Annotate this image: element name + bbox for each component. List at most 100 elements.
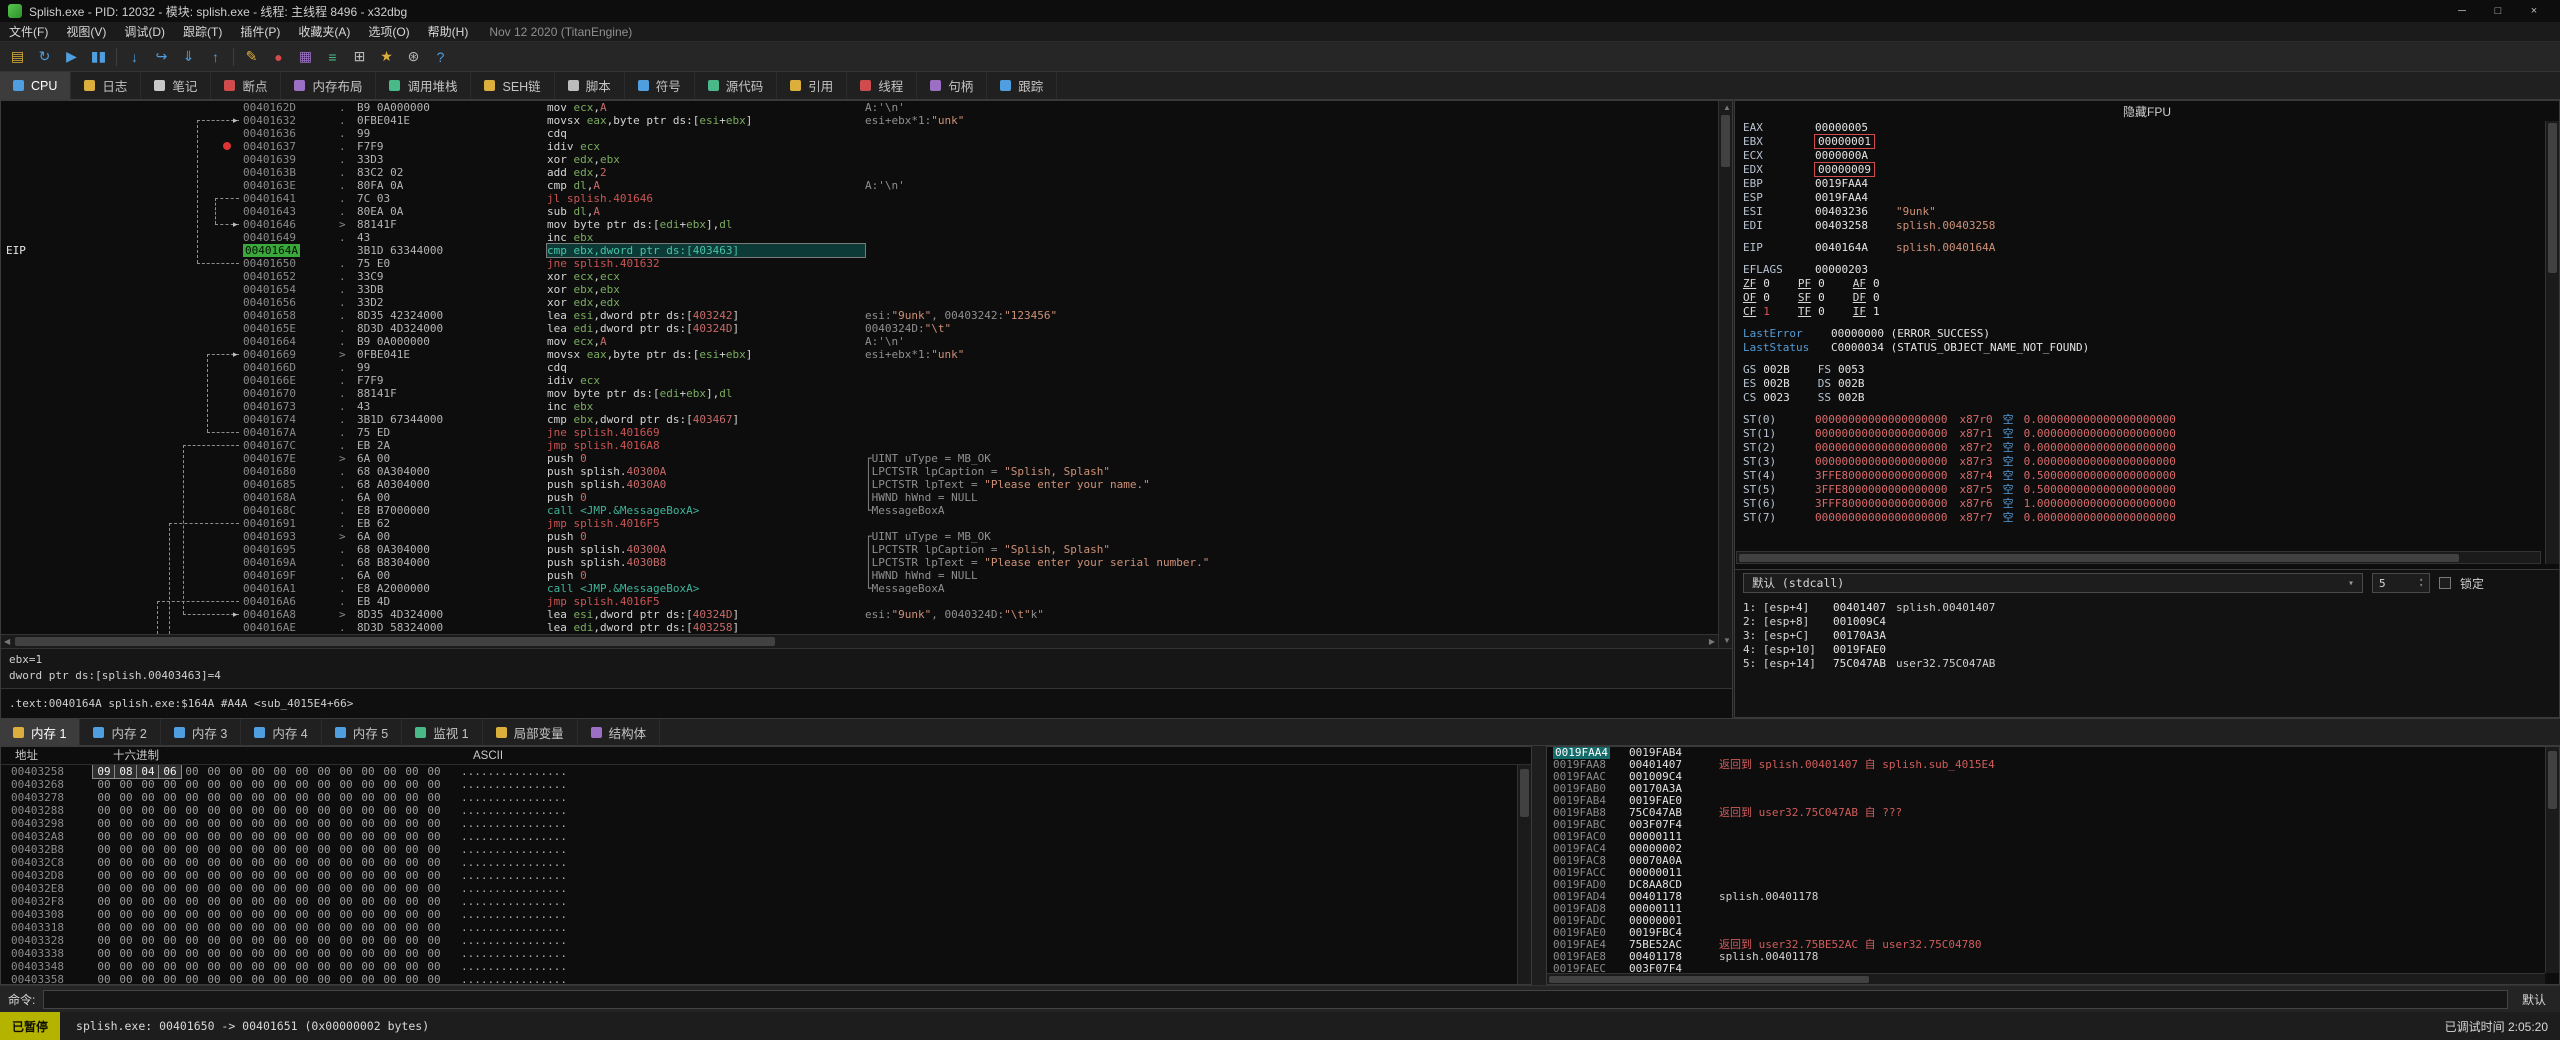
execute-till-return-button[interactable]: ↑: [202, 45, 229, 69]
calling-convention-select[interactable]: 默认 (stdcall) ▾: [1743, 573, 2363, 593]
fpu-register-row[interactable]: ST(5) 3FFE8000000000000000 x87r5 空 0.5000000…: [1743, 483, 2541, 497]
disasm-row[interactable]: 00401670. 88141F mov byte ptr ds:[edi+ebx]…: [1, 387, 1718, 400]
disasm-row[interactable]: 00401695. 68 0A304000 push splish.40300A │L…: [1, 543, 1718, 556]
segment-row[interactable]: CS 0023 SS 002B: [1743, 391, 2541, 405]
register-edx[interactable]: EDX 00000009: [1743, 162, 2541, 177]
disasm-row[interactable]: 0040162D. B9 0A000000 mov ecx,A A:'\n': [1, 101, 1718, 114]
dump-row[interactable]: 00403328 00 00 00 00 00 00 00 00 00 00 00 00 00 00 00 00…: [1, 934, 1517, 947]
calculator-button[interactable]: ⊞: [346, 45, 373, 69]
disasm-row[interactable]: 0040167A. 75 ED jne splish.401669: [1, 426, 1718, 439]
disasm-row[interactable]: 00401646 >88141F mov byte ptr ds:[edi+ebx]…: [1, 218, 1718, 231]
disasm-row[interactable]: 00401691. EB 62 jmp splish.4016F5: [1, 517, 1718, 530]
maximize-button[interactable]: □: [2480, 0, 2516, 22]
dump-row[interactable]: 00403318 00 00 00 00 00 00 00 00 00 00 00 00 00 00 00 00…: [1, 921, 1517, 934]
stack-row[interactable]: 0019FAB0 00170A3A: [1547, 783, 2545, 795]
segment-row[interactable]: ES 002B DS 002B: [1743, 377, 2541, 391]
stack-arg-row[interactable]: 1: [esp+4] 00401407 splish.00401407: [1743, 601, 2551, 615]
flag-pf[interactable]: PF: [1798, 277, 1811, 290]
register-esi[interactable]: ESI 00403236 "9unk": [1743, 205, 2541, 219]
stack-row[interactable]: 0019FAE0 0019FBC4: [1547, 927, 2545, 939]
disasm-row[interactable]: 004016A6. EB 4D jmp splish.4016F5: [1, 595, 1718, 608]
pause-button[interactable]: ▮▮: [85, 45, 112, 69]
tab-notes[interactable]: 笔记: [141, 72, 212, 99]
register-esp[interactable]: ESP 0019FAA4: [1743, 191, 2541, 205]
disasm-row[interactable]: 004016A8 >8D35 4D324000 lea esi,dword ptr …: [1, 608, 1718, 621]
flag-tf[interactable]: TF: [1798, 305, 1811, 318]
dump-row[interactable]: 00403358 00 00 00 00 00 00 00 00 00 00 00 00 00 00 00 00…: [1, 973, 1517, 984]
flag-df[interactable]: DF: [1853, 291, 1866, 304]
stack-arg-row[interactable]: 5: [esp+14] 75C047AB user32.75C047AB: [1743, 657, 2551, 671]
stack-arg-row[interactable]: 4: [esp+10] 0019FAE0: [1743, 643, 2551, 657]
breakpoint-button[interactable]: ●: [265, 45, 292, 69]
menu-file[interactable]: 文件(F): [0, 22, 57, 41]
patch-button[interactable]: ✎: [238, 45, 265, 69]
run-button[interactable]: ▶: [58, 45, 85, 69]
disasm-row[interactable]: 00401643. 80EA 0A sub dl,A: [1, 205, 1718, 218]
last-status-row[interactable]: LastStatus C0000034 (STATUS_OBJECT_NAME_N…: [1743, 341, 2541, 355]
command-input[interactable]: [43, 989, 2508, 1009]
register-edi[interactable]: EDI 00403258 splish.00403258: [1743, 219, 2541, 233]
fpu-register-row[interactable]: ST(2) 00000000000000000000 x87r2 空 0.0000000…: [1743, 441, 2541, 455]
stack-row[interactable]: 0019FAC0 00000111: [1547, 831, 2545, 843]
register-ecx[interactable]: ECX 0000000A: [1743, 149, 2541, 163]
disasm-row[interactable]: 0040163E. 80FA 0A cmp dl,A A:'\n': [1, 179, 1718, 192]
flag-sf[interactable]: SF: [1798, 291, 1811, 304]
tab-seh[interactable]: SEH链: [471, 72, 555, 99]
menu-options[interactable]: 选项(O): [359, 22, 418, 41]
memory-map-button[interactable]: ▦: [292, 45, 319, 69]
disasm-row[interactable]: 0040164A 3B1D 63344000 cmp ebx,dword ptr d…: [1, 243, 1718, 258]
restart-button[interactable]: ↻: [31, 45, 58, 69]
dump-row[interactable]: 00403268 00 00 00 00 00 00 00 00 00 00 00 00 00 00 00 00…: [1, 778, 1517, 791]
disasm-row[interactable]: 0040169F. 6A 00 push 0 │HWND hWnd = NULL: [1, 569, 1718, 582]
open-file-button[interactable]: ▤: [4, 45, 31, 69]
disasm-row[interactable]: 004016A1. E8 A2000000 call <JMP.&MessageBo…: [1, 582, 1718, 595]
registers-horizontal-scrollbar[interactable]: [1736, 551, 2541, 564]
dump-row[interactable]: 00403338 00 00 00 00 00 00 00 00 00 00 00 00 00 00 00 00…: [1, 947, 1517, 960]
flags-row[interactable]: OF 0 SF 0 DF 0: [1743, 291, 2541, 305]
dump-row[interactable]: 004032E8 00 00 00 00 00 00 00 00 00 00 00 00 00 00 00 00…: [1, 882, 1517, 895]
dump-row[interactable]: 00403278 00 00 00 00 00 00 00 00 00 00 00 00 00 00 00 00…: [1, 791, 1517, 804]
stack-row[interactable]: 0019FAC4 00000002: [1547, 843, 2545, 855]
stack-row[interactable]: 0019FAD4 00401178 splish.00401178: [1547, 891, 2545, 903]
tab-memory-map[interactable]: 内存布局: [281, 72, 377, 99]
settings-button[interactable]: ⊛: [400, 45, 427, 69]
lock-checkbox[interactable]: [2439, 577, 2451, 589]
dump-row[interactable]: 004032B8 00 00 00 00 00 00 00 00 00 00 00 00 00 00 00 00…: [1, 843, 1517, 856]
help-button[interactable]: ?: [427, 45, 454, 69]
step-into-button[interactable]: ↓: [121, 45, 148, 69]
stack-row[interactable]: 0019FAC8 00070A0A: [1547, 855, 2545, 867]
register-ebx[interactable]: EBX 00000001: [1743, 134, 2541, 149]
stack-row[interactable]: 0019FAE8 00401178 splish.00401178: [1547, 951, 2545, 963]
command-profile-select[interactable]: 默认: [2516, 991, 2552, 1008]
stack-arg-row[interactable]: 3: [esp+C] 00170A3A: [1743, 629, 2551, 643]
stack-row[interactable]: 0019FAE4 75BE52AC 返回到 user32.75BE52AC 自 us…: [1547, 939, 2545, 951]
dump-row[interactable]: 004032F8 00 00 00 00 00 00 00 00 00 00 00 00 00 00 00 00…: [1, 895, 1517, 908]
disassembly-horizontal-scrollbar[interactable]: ◀ ▶: [1, 634, 1718, 648]
flag-af[interactable]: AF: [1853, 277, 1866, 290]
disassembly-vertical-scrollbar[interactable]: ▲ ▼: [1718, 101, 1732, 648]
disasm-row[interactable]: 00401685. 68 A0304000 push splish.4030A0 │L…: [1, 478, 1718, 491]
tab-symbols[interactable]: 符号: [625, 72, 695, 99]
menu-trace[interactable]: 跟踪(T): [174, 22, 231, 41]
disasm-row[interactable]: 0040167E >6A 00 push 0 ┌UINT uType = MB_OK: [1, 452, 1718, 465]
flag-of[interactable]: OF: [1743, 291, 1756, 304]
stack-row[interactable]: 0019FABC 003F07F4: [1547, 819, 2545, 831]
dump-vertical-scrollbar[interactable]: [1517, 765, 1531, 984]
tab-script[interactable]: 脚本: [555, 72, 625, 99]
flags-row[interactable]: CF 1 TF 0 IF 1: [1743, 305, 2541, 319]
disasm-row[interactable]: 0040166D. 99 cdq: [1, 361, 1718, 374]
tab-handles[interactable]: 句柄: [917, 72, 988, 99]
disasm-row[interactable]: 00401636. 99 cdq: [1, 127, 1718, 140]
segment-row[interactable]: GS 002B FS 0053: [1743, 363, 2541, 377]
stack-row[interactable]: 0019FADC 00000001: [1547, 915, 2545, 927]
args-depth-spinner[interactable]: 5 ▴ ▾: [2372, 573, 2430, 593]
disasm-row[interactable]: 0040166E. F7F9 idiv ecx: [1, 374, 1718, 387]
dump-row[interactable]: 004032C8 00 00 00 00 00 00 00 00 00 00 00 00 00 00 00 00…: [1, 856, 1517, 869]
disasm-row[interactable]: 00401652. 33C9 xor ecx,ecx: [1, 270, 1718, 283]
stack-row[interactable]: 0019FAB4 0019FAE0: [1547, 795, 2545, 807]
disasm-row[interactable]: 00401658. 8D35 42324000 lea esi,dword ptr …: [1, 309, 1718, 322]
favourites-button[interactable]: ★: [373, 45, 400, 69]
stack-row[interactable]: 0019FAA8 00401407 返回到 splish.00401407 自 sp…: [1547, 759, 2545, 771]
dump-row[interactable]: 00403348 00 00 00 00 00 00 00 00 00 00 00 00 00 00 00 00…: [1, 960, 1517, 973]
flag-zf[interactable]: ZF: [1743, 277, 1756, 290]
